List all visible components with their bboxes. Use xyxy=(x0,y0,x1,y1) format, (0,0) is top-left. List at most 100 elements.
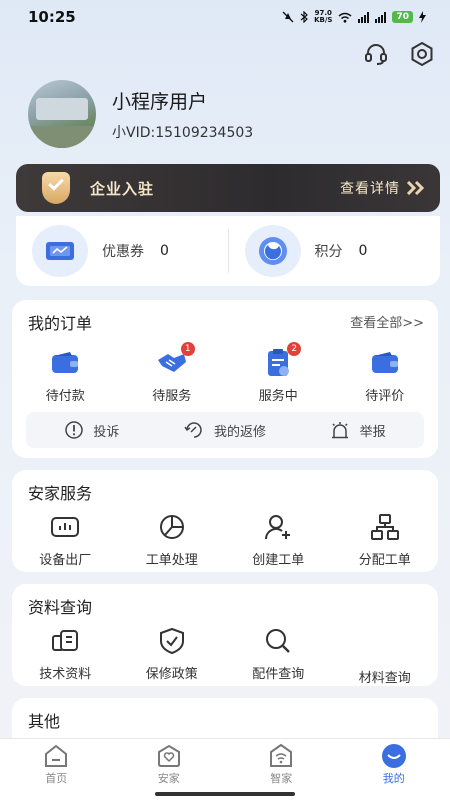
bottom-tab-bar: 首页 安家 智家 我的 xyxy=(0,738,450,800)
order-item-label: 待付款 xyxy=(45,389,85,404)
service-item-label: 分配工单 xyxy=(358,553,411,568)
install-service-title: 安家服务 xyxy=(28,484,93,503)
net-speed: 97.0 KB/S xyxy=(314,10,332,24)
double-chevron-right-icon xyxy=(406,181,425,195)
tab-anjia[interactable]: 安家 xyxy=(113,739,226,800)
avatar[interactable] xyxy=(28,80,96,148)
banner-title: 企业入驻 xyxy=(90,179,155,198)
top-actions xyxy=(362,40,436,68)
enterprise-banner[interactable]: 企业入驻 查看详情 xyxy=(16,164,440,212)
profile-text: 小程序用户 小VID:15109234503 xyxy=(112,87,253,142)
orders-grid: 待付款 1 待服务 2 服务中 待评价 xyxy=(12,342,439,404)
profile-icon xyxy=(380,743,408,769)
alarm-icon xyxy=(331,422,348,439)
signal-1-icon xyxy=(358,11,370,23)
tab-me[interactable]: 我的 xyxy=(338,739,450,800)
points-entry[interactable]: 积分 0 xyxy=(229,225,441,277)
order-in-service[interactable]: 2 服务中 xyxy=(225,342,332,404)
headset-icon xyxy=(365,44,387,65)
tab-home[interactable]: 首页 xyxy=(0,739,113,800)
order-badge: 1 xyxy=(180,342,195,356)
net-speed-unit: KB/S xyxy=(314,16,333,24)
exclamation-icon xyxy=(65,421,84,439)
install-service-grid: 设备出厂 工单处理 创建工单 分配工单 xyxy=(12,512,438,568)
user-vid: 小VID:15109234503 xyxy=(112,124,254,141)
work-order-handling-button[interactable]: 工单处理 xyxy=(119,512,226,568)
tab-label: 我的 xyxy=(382,772,405,785)
tech-docs-button[interactable]: 技术资料 xyxy=(12,626,119,686)
order-pending-payment[interactable]: 待付款 xyxy=(12,348,119,404)
create-work-order-button[interactable]: 创建工单 xyxy=(225,512,332,568)
wallet-icon xyxy=(48,348,82,378)
wallet-icon xyxy=(368,348,402,378)
coupon-value: 0 xyxy=(160,243,169,259)
tab-label: 安家 xyxy=(157,772,180,785)
assign-work-order-button[interactable]: 分配工单 xyxy=(332,512,439,568)
charging-icon xyxy=(419,11,426,23)
banner-link-label: 查看详情 xyxy=(340,181,400,197)
order-pending-service[interactable]: 1 待服务 xyxy=(119,342,226,404)
order-item-label: 待服务 xyxy=(152,389,192,404)
order-item-label: 服务中 xyxy=(258,389,298,404)
device-shipment-button[interactable]: 设备出厂 xyxy=(12,512,119,568)
points-label: 积分 xyxy=(314,244,343,260)
install-service-card: 安家服务 设备出厂 工单处理 创建工单 分配工单 xyxy=(12,470,438,572)
other-title: 其他 xyxy=(28,712,61,731)
docs-grid: 技术资料 保修政策 配件查询 材料查询 xyxy=(12,626,438,686)
bluetooth-icon xyxy=(300,11,308,23)
battery-level: 70 xyxy=(392,11,413,23)
tab-label: 智家 xyxy=(270,772,293,785)
house-heart-icon xyxy=(155,743,183,769)
customer-service-button[interactable] xyxy=(362,40,390,68)
status-bar: 10:25 97.0 KB/S 70 xyxy=(0,0,450,34)
home-indicator xyxy=(155,792,295,796)
docs-card: 资料查询 技术资料 保修政策 配件查询 材料查询 xyxy=(12,584,438,686)
points-icon xyxy=(244,225,301,277)
status-time: 10:25 xyxy=(28,8,76,26)
profile-header[interactable]: 小程序用户 小VID:15109234503 xyxy=(28,80,253,148)
parts-lookup-button[interactable]: 配件查询 xyxy=(225,626,332,686)
docs-title: 资料查询 xyxy=(28,598,93,617)
org-chart-icon xyxy=(368,512,402,542)
settings-button[interactable] xyxy=(408,40,436,68)
order-item-label: 待评价 xyxy=(365,389,405,404)
smart-home-icon xyxy=(267,743,295,769)
coupon-label: 优惠券 xyxy=(102,244,144,260)
banner-details-link[interactable]: 查看详情 xyxy=(340,178,426,198)
wifi-icon xyxy=(338,12,352,23)
report-button[interactable]: 举报 xyxy=(291,421,424,440)
home-icon xyxy=(42,743,70,769)
coupon-entry[interactable]: 优惠券 0 xyxy=(16,225,228,277)
pie-chart-icon xyxy=(155,512,189,542)
search-icon xyxy=(261,626,295,656)
docs-item-label: 材料查询 xyxy=(358,671,411,686)
orders-view-all-link[interactable]: 查看全部>> xyxy=(350,312,424,331)
tab-smart-home[interactable]: 智家 xyxy=(225,739,338,800)
order-sub-actions: 投诉 我的返修 举报 xyxy=(26,412,424,448)
my-repair-button[interactable]: 我的返修 xyxy=(159,421,292,440)
handshake-icon: 1 xyxy=(155,342,195,378)
my-repair-label: 我的返修 xyxy=(214,424,267,440)
order-badge: 2 xyxy=(287,342,302,356)
service-item-label: 工单处理 xyxy=(145,553,198,568)
status-icons: 97.0 KB/S 70 xyxy=(282,10,426,24)
service-item-label: 设备出厂 xyxy=(39,553,92,568)
docs-item-label: 保修政策 xyxy=(145,667,198,682)
docs-item-label: 技术资料 xyxy=(39,667,92,682)
username: 小程序用户 xyxy=(112,90,208,113)
complaint-label: 投诉 xyxy=(93,424,120,440)
tab-label: 首页 xyxy=(45,772,68,785)
orders-card: 我的订单 查看全部>> 待付款 1 待服务 2 服务中 待评价 投诉 我的返修 … xyxy=(12,300,438,458)
orders-title: 我的订单 xyxy=(28,314,93,333)
signal-2-icon xyxy=(375,11,387,23)
order-pending-review[interactable]: 待评价 xyxy=(332,348,439,404)
report-label: 举报 xyxy=(359,424,386,440)
complaint-button[interactable]: 投诉 xyxy=(26,421,159,440)
settings-icon xyxy=(411,41,433,67)
warranty-policy-button[interactable]: 保修政策 xyxy=(119,626,226,686)
materials-lookup-button[interactable]: 材料查询 xyxy=(332,626,439,686)
chart-box-icon xyxy=(48,512,82,542)
points-value: 0 xyxy=(358,243,368,259)
coupon-icon xyxy=(32,225,88,277)
repair-icon xyxy=(184,422,202,438)
